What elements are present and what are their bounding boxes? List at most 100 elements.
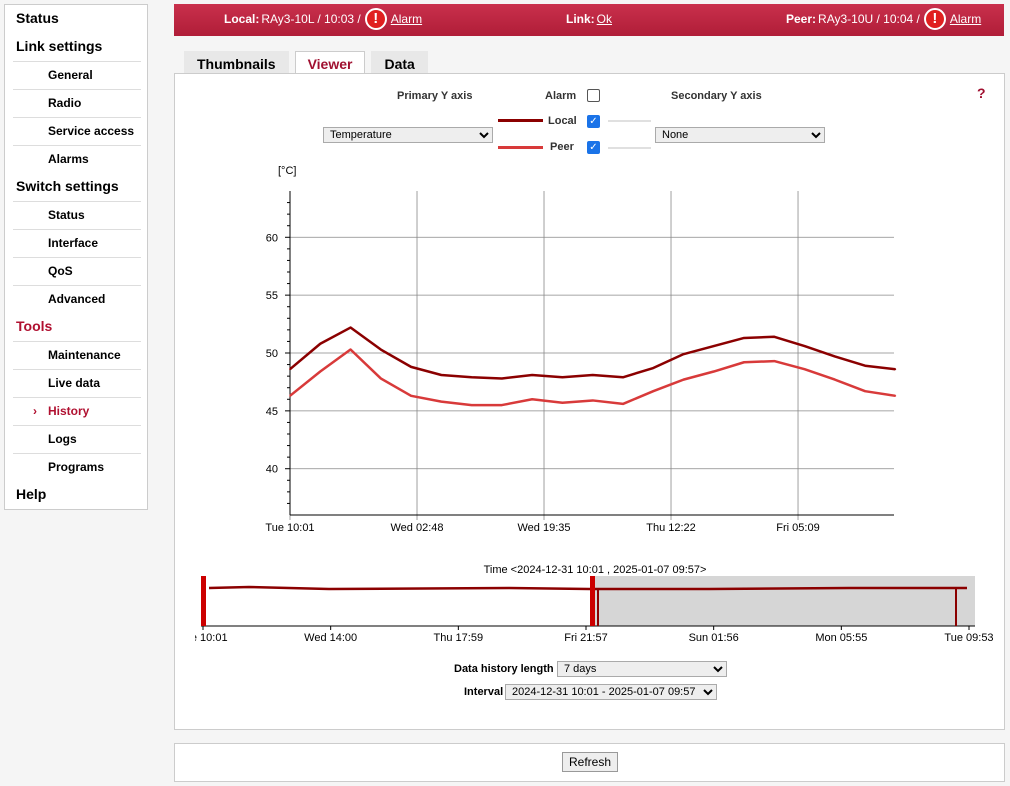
- time-overview-chart[interactable]: Time <2024-12-31 10:01 , 2025-01-07 09:5…: [195, 559, 995, 649]
- data-point: [773, 360, 776, 362]
- data-point: [622, 376, 624, 379]
- overview-tick-label: Mon 05:55: [815, 632, 867, 644]
- data-point: [289, 395, 291, 397]
- sidebar-section-status[interactable]: Status: [5, 5, 147, 33]
- sidebar-item-advanced[interactable]: Advanced: [13, 285, 141, 313]
- data-point: [470, 404, 473, 406]
- data-point: [864, 364, 866, 367]
- y-tick-label: 45: [266, 406, 278, 418]
- sidebar-section-link-settings[interactable]: Link settings: [5, 33, 147, 61]
- peer-value: RAy3-10U / 10:04 /: [818, 12, 920, 26]
- range-handle: [590, 576, 595, 626]
- data-point: [743, 337, 745, 339]
- interval-label: Interval: [464, 686, 504, 698]
- peer-alarm-link[interactable]: Alarm: [950, 12, 981, 26]
- data-point: [622, 403, 624, 405]
- overview-tick-label: Sun 01:56: [689, 632, 739, 644]
- refresh-button[interactable]: Refresh: [562, 752, 619, 772]
- sidebar-item-status[interactable]: Status: [13, 201, 141, 229]
- data-point: [682, 353, 685, 355]
- sidebar-item-interface[interactable]: Interface: [13, 229, 141, 257]
- data-point: [652, 367, 655, 369]
- data-point: [834, 355, 836, 358]
- data-point: [319, 342, 322, 345]
- temperature-chart: 40 45 50 55 60 Tue 10:01 Wed 02:48 Wed 19:35 Thu…: [265, 165, 897, 534]
- peer-label: Peer:: [786, 12, 817, 26]
- data-point: [501, 377, 503, 380]
- sidebar-item-label: General: [48, 68, 93, 82]
- data-point: [864, 390, 866, 392]
- y-tick-label: 40: [266, 464, 278, 476]
- sidebar-item-live-data[interactable]: Live data: [13, 369, 141, 397]
- sidebar-item-radio[interactable]: Radio: [13, 89, 141, 117]
- sidebar-item-alarms[interactable]: Alarms: [13, 145, 141, 173]
- data-point: [682, 378, 685, 381]
- data-point: [380, 377, 382, 380]
- footer-bar: Refresh: [174, 743, 1005, 782]
- data-point: [349, 326, 352, 329]
- sidebar-item-label: Interface: [48, 236, 99, 250]
- sidebar-item-qos[interactable]: QoS: [13, 257, 141, 285]
- sidebar-item-general[interactable]: General: [13, 61, 141, 89]
- data-point: [894, 395, 897, 397]
- data-point: [531, 374, 533, 376]
- data-point: [410, 395, 412, 397]
- sidebar-item-label: Programs: [48, 460, 105, 474]
- data-point: [591, 374, 594, 376]
- history-length-select[interactable]: 7 days: [557, 661, 727, 677]
- sidebar-section-help[interactable]: Help: [5, 481, 147, 509]
- data-point: [834, 378, 836, 381]
- sidebar-item-label: Maintenance: [48, 348, 121, 362]
- selected-range: [592, 576, 975, 626]
- overview-tick-label: Wed 14:00: [304, 632, 357, 644]
- data-point: [591, 399, 594, 402]
- viewer-panel: Primary Y axis Alarm Secondary Y axis ? …: [174, 73, 1005, 730]
- interval-select[interactable]: 2024-12-31 10:01 - 2025-01-07 09:57: [505, 684, 717, 700]
- y-axis-label: [°C]: [278, 165, 296, 177]
- sidebar-section-tools[interactable]: Tools: [5, 313, 147, 341]
- sidebar-item-label: Advanced: [48, 292, 106, 306]
- sidebar: Status Link settings General Radio Service a…: [4, 4, 148, 510]
- sidebar-item-label: Logs: [48, 432, 77, 446]
- x-tick-label: Thu 12:22: [646, 522, 696, 534]
- link-ok-link[interactable]: Ok: [597, 12, 612, 26]
- sidebar-item-maintenance[interactable]: Maintenance: [13, 341, 141, 369]
- data-point: [652, 390, 655, 392]
- x-tick-label: Fri 05:09: [776, 522, 819, 534]
- local-alarm-link[interactable]: Alarm: [391, 12, 422, 26]
- sidebar-item-label: Radio: [48, 96, 82, 110]
- y-tick-label: 60: [266, 232, 278, 244]
- data-point: [380, 348, 382, 351]
- chevron-right-icon: ›: [33, 404, 37, 418]
- sidebar-item-programs[interactable]: Programs: [13, 453, 141, 481]
- link-status: Link: Ok: [566, 12, 612, 26]
- overview-tick-label: Thu 17:59: [434, 632, 484, 644]
- link-label: Link:: [566, 12, 595, 26]
- sidebar-section-switch-settings[interactable]: Switch settings: [5, 173, 147, 201]
- sidebar-item-label: History: [48, 404, 90, 418]
- data-point: [410, 366, 412, 368]
- data-point: [712, 345, 715, 347]
- sidebar-item-label: Status: [48, 208, 85, 222]
- exclamation-circle-icon: !: [364, 8, 387, 30]
- sidebar-item-logs[interactable]: Logs: [13, 425, 141, 453]
- data-point: [712, 370, 715, 373]
- overview-line: [208, 585, 967, 591]
- data-point: [440, 374, 443, 376]
- sidebar-item-label: QoS: [48, 264, 73, 278]
- x-tick-label: Wed 02:48: [390, 522, 443, 534]
- data-point: [440, 400, 443, 403]
- sidebar-item-service-access[interactable]: Service access: [13, 117, 141, 145]
- sidebar-item-label: Live data: [48, 376, 101, 390]
- data-point: [803, 345, 806, 347]
- data-point: [743, 361, 745, 364]
- sidebar-item-history[interactable]: › History: [13, 397, 141, 425]
- local-value: RAy3-10L / 10:03 /: [261, 12, 361, 26]
- x-tick-label: Tue 10:01: [265, 522, 314, 534]
- data-point: [470, 376, 473, 379]
- data-point: [531, 398, 533, 401]
- local-label: Local:: [224, 12, 260, 26]
- data-point: [349, 348, 352, 351]
- data-point: [803, 368, 806, 371]
- y-tick-label: 55: [266, 290, 278, 302]
